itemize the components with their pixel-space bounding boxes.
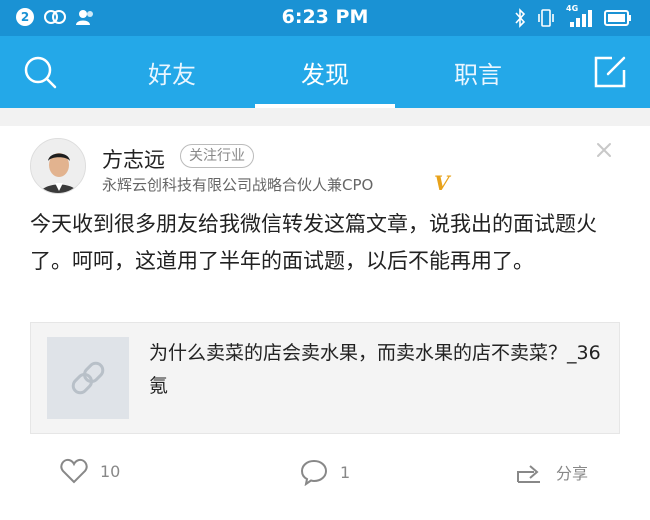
battery-icon (604, 10, 631, 26)
search-icon[interactable] (22, 54, 58, 90)
cell-signal-icon (570, 10, 592, 27)
like-button[interactable]: 10 (60, 458, 120, 484)
vibrate-icon (538, 9, 554, 27)
tab-friends[interactable]: 好友 (102, 36, 242, 108)
status-right-icons: 4G (514, 4, 632, 28)
cell-signal-group: 4G (566, 4, 594, 28)
shared-link-card[interactable]: 为什么卖菜的店会卖水果，而卖水果的店不卖菜？_36氪 (30, 322, 620, 434)
tab-discover[interactable]: 发现 (255, 36, 395, 108)
avatar-image (31, 139, 85, 193)
like-count: 10 (100, 461, 121, 481)
tab-workplace-voice[interactable]: 职言 (408, 36, 548, 108)
bluetooth-icon (515, 8, 526, 28)
share-label: 分享 (556, 464, 589, 483)
heart-icon (60, 458, 88, 484)
top-nav-bar: 好友 发现 职言 (0, 36, 650, 108)
share-arrow-icon (517, 465, 540, 483)
follow-industry-tag[interactable]: 关注行业 (180, 144, 254, 168)
compose-icon[interactable] (592, 54, 628, 90)
author-avatar[interactable] (30, 138, 86, 194)
close-icon[interactable] (594, 140, 614, 160)
comment-count: 1 (340, 462, 351, 482)
comment-bubble-icon (300, 459, 328, 486)
feed-post-card: 方志远 关注行业 永辉云创科技有限公司战略合伙人兼CPO V 今天收到很多朋友给… (0, 126, 650, 520)
comment-button[interactable]: 1 (300, 458, 350, 486)
link-thumbnail (47, 337, 129, 419)
link-icon (71, 361, 105, 395)
author-name[interactable]: 方志远 (102, 144, 165, 174)
link-title: 为什么卖菜的店会卖水果，而卖水果的店不卖菜？_36氪 (149, 342, 601, 397)
author-title: 永辉云创科技有限公司战略合伙人兼CPO (102, 176, 374, 194)
verified-badge: V (434, 171, 450, 195)
post-body-text: 今天收到很多朋友给我微信转发这篇文章，说我出的面试题火了。呵呵，这道用了半年的面… (30, 212, 597, 273)
status-bar: 2 6:23 PM 4G (0, 0, 650, 36)
share-button[interactable]: 分享 (514, 458, 588, 486)
active-tab-indicator (255, 104, 395, 108)
